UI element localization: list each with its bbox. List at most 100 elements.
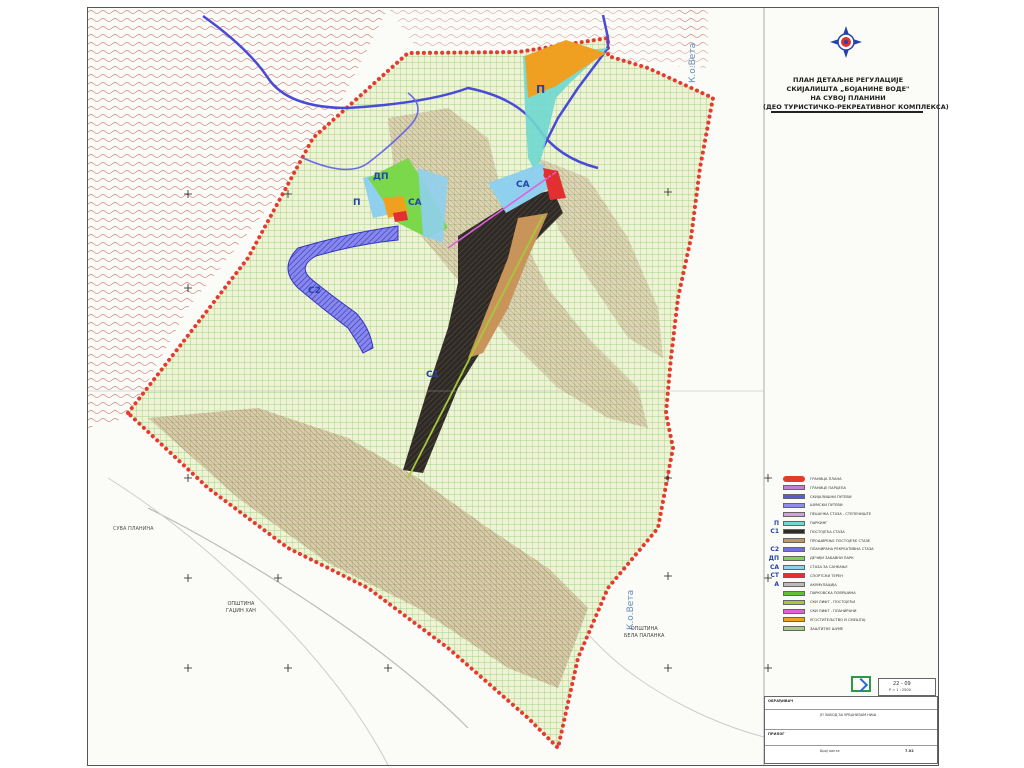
legend-label: ПЕШАЧКА СТАЗА - СТЕПЕНИШТЕ — [810, 512, 872, 517]
legend-swatch — [783, 511, 805, 517]
legend-code: С2 — [770, 545, 779, 553]
zone-label-p-left: П — [353, 198, 361, 208]
legend-label: АКУМУЛАЦИЈА — [810, 582, 837, 587]
stamp-plan-no-value: 7.02 — [905, 749, 914, 753]
sheet-number-box: 22 - 09 Р = 1 : 2500 — [878, 678, 936, 696]
legend-row: СКИЈАЛИШНИ ПУТЕВИ — [765, 493, 852, 501]
legend-swatch — [783, 529, 805, 535]
zone-label-c2: С2 — [308, 286, 321, 296]
stamp-header: ОБРАЂИВАЧ — [768, 699, 794, 703]
legend-swatch — [783, 538, 805, 544]
label-muni-gadzin-han: ОПШТИНА ГАЏИН ХАН — [226, 601, 256, 615]
legend-code: СТ — [770, 572, 780, 580]
legend-row: ПАРКОВСКА ПОВРШИНА — [765, 589, 856, 597]
zone-label-sa-right: СА — [516, 180, 530, 190]
label-cadastre-veta-top: К.о.Вета — [688, 42, 698, 83]
zone-label-st: СТ — [543, 171, 555, 180]
muni-gadzin-han-line1: ОПШТИНА — [227, 601, 255, 607]
sheet-scale: Р = 1 : 2500 — [889, 688, 911, 692]
legend-swatch — [783, 555, 805, 561]
legend-swatch — [783, 546, 805, 552]
legend-swatch — [783, 617, 805, 623]
legend-label: ПАРКОВСКА ПОВРШИНА — [810, 591, 856, 596]
legend-code: П — [773, 519, 779, 527]
legend-row: ШУМСКИ ПУТЕВИ — [765, 501, 843, 509]
legend-code: А — [774, 581, 779, 589]
legend-swatch — [783, 590, 805, 596]
legend-label: ПЛАНИРАНА РЕКРЕАТИВНА СТАЗА — [810, 547, 874, 552]
legend-swatch — [783, 520, 805, 526]
muni-gadzin-han-line2: ГАЏИН ХАН — [226, 608, 256, 614]
legend-label: ШУМСКИ ПУТЕВИ — [810, 503, 843, 508]
logo-arrow-icon — [853, 677, 869, 693]
legend-label: СПОРТСКИ ТЕРЕН — [810, 573, 843, 578]
sheet-number: 22 - 09 — [893, 681, 911, 687]
legend-label: УГОСТИТЕЉСТВО И СМЕШТАЈ — [810, 617, 866, 622]
muni-bela-palanka-line1: ОПШТИНА — [630, 626, 658, 632]
legend-code: ДП — [768, 554, 779, 562]
legend-row: П ПАРКИНГ — [765, 519, 828, 527]
title-line-1: ПЛАН ДЕТАЉНЕ РЕГУЛАЦИЈЕ — [792, 76, 904, 84]
legend-row: ГРАНИЦА ПЛАНА — [765, 475, 842, 483]
label-suva-planina: СУВА ПЛАНИНА — [113, 526, 154, 532]
legend-swatch — [783, 564, 805, 570]
title-stamp: ОБРАЂИВАЧ ЈП ЗАВОД ЗА УРБАНИЗАМ НИШ ПРИЛ… — [764, 696, 938, 764]
muni-bela-palanka-line2: БЕЛА ПАЛАНКА — [624, 633, 665, 639]
legend-label: СКИЈАЛИШНИ ПУТЕВИ — [810, 494, 852, 499]
stamp-prilog: ПРИЛОГ — [768, 732, 785, 736]
map-sheet: К.о.Вета К.о.Вета СУВА ПЛАНИНА ОПШТИНА Г… — [87, 7, 949, 766]
urban-institute-logo-icon — [851, 676, 871, 693]
legend-label: СКИ ЛИФТ - ПЛАНИРАНИ — [810, 609, 857, 613]
title-underline — [771, 111, 923, 113]
stamp-plan-no: Број листа — [820, 749, 840, 753]
compass-rose-icon — [830, 26, 862, 58]
zone-label-sa-left: СА — [408, 198, 422, 208]
stamp-company: ЈП ЗАВОД ЗА УРБАНИЗАМ НИШ — [820, 713, 877, 717]
legend-swatch — [783, 573, 805, 579]
legend-label: СТАЗА ЗА САНКАЊЕ — [810, 565, 848, 569]
legend-row: СКИ ЛИФТ - ПОСТОЈЕЋИ — [765, 598, 855, 606]
legend-row: С2 ПЛАНИРАНА РЕКРЕАТИВНА СТАЗА — [765, 545, 874, 553]
legend-swatch — [783, 608, 805, 614]
legend-code: С1 — [770, 528, 779, 536]
legend-row: СТ СПОРТСКИ ТЕРЕН — [765, 572, 843, 580]
plan-title-block: ПЛАН ДЕТАЉНЕ РЕГУЛАЦИЈЕ СКИЈАЛИШТА „БОЈА… — [763, 76, 949, 112]
legend-swatch — [783, 599, 805, 605]
plan-map — [88, 8, 862, 765]
legend-row: ПРОШИРЕЊЕ ПОСТОЈЕЋЕ СТАЗЕ — [765, 537, 870, 545]
legend-label: ПОСТОЈЕЋА СТАЗА — [810, 529, 845, 534]
legend-label: ПАРКИНГ — [810, 521, 828, 525]
zone-label-c1: С1 — [426, 370, 439, 380]
label-muni-bela-palanka: ОПШТИНА БЕЛА ПАЛАНКА — [624, 626, 664, 640]
legend-row: ПЕШАЧКА СТАЗА - СТЕПЕНИШТЕ — [765, 510, 871, 518]
legend-row: А АКУМУЛАЦИЈА — [765, 581, 837, 589]
legend-label: ДЕЧИЈИ ЗАБАВНИ ПАРК — [810, 556, 854, 561]
zone-label-p-top: П — [536, 83, 546, 96]
legend-row: ГРАНИЦЕ ПАРЦЕЛА — [765, 484, 846, 492]
legend-row: СКИ ЛИФТ - ПЛАНИРАНИ — [765, 607, 856, 615]
label-cadastre-veta-bottom: К.о.Вета — [626, 589, 636, 630]
legend-code: СА — [769, 563, 779, 571]
legend-swatch — [783, 476, 805, 482]
legend-label: СКИ ЛИФТ - ПОСТОЈЕЋИ — [810, 600, 856, 605]
legend-row: ЗАШТИТНЕ ШУМЕ — [765, 625, 843, 633]
stamp-divider — [765, 729, 937, 730]
legend-label: ГРАНИЦЕ ПАРЦЕЛА — [810, 485, 846, 490]
legend-row: ДП ДЕЧИЈИ ЗАБАВНИ ПАРК — [765, 554, 854, 562]
legend-swatch — [783, 502, 805, 508]
legend-row: СА СТАЗА ЗА САНКАЊЕ — [765, 563, 848, 571]
legend-swatch — [783, 494, 805, 500]
legend-row: С1 ПОСТОЈЕЋА СТАЗА — [765, 528, 845, 536]
zone-label-dp: ДП — [373, 172, 389, 182]
legend-label: ПРОШИРЕЊЕ ПОСТОЈЕЋЕ СТАЗЕ — [810, 538, 871, 543]
legend-swatch — [783, 626, 805, 632]
legend-label: ЗАШТИТНЕ ШУМЕ — [810, 626, 844, 631]
legend-row: УГОСТИТЕЉСТВО И СМЕШТАЈ — [765, 616, 865, 624]
title-line-2: СКИЈАЛИШТА „БОЈАНИНЕ ВОДЕ" — [786, 85, 910, 93]
legend-label: ГРАНИЦА ПЛАНА — [810, 477, 842, 481]
legend-swatch — [783, 485, 805, 491]
stamp-divider — [765, 709, 937, 710]
title-line-3: НА СУВОЈ ПЛАНИНИ — [810, 94, 886, 102]
stamp-divider — [765, 745, 937, 746]
legend-swatch — [783, 582, 805, 588]
